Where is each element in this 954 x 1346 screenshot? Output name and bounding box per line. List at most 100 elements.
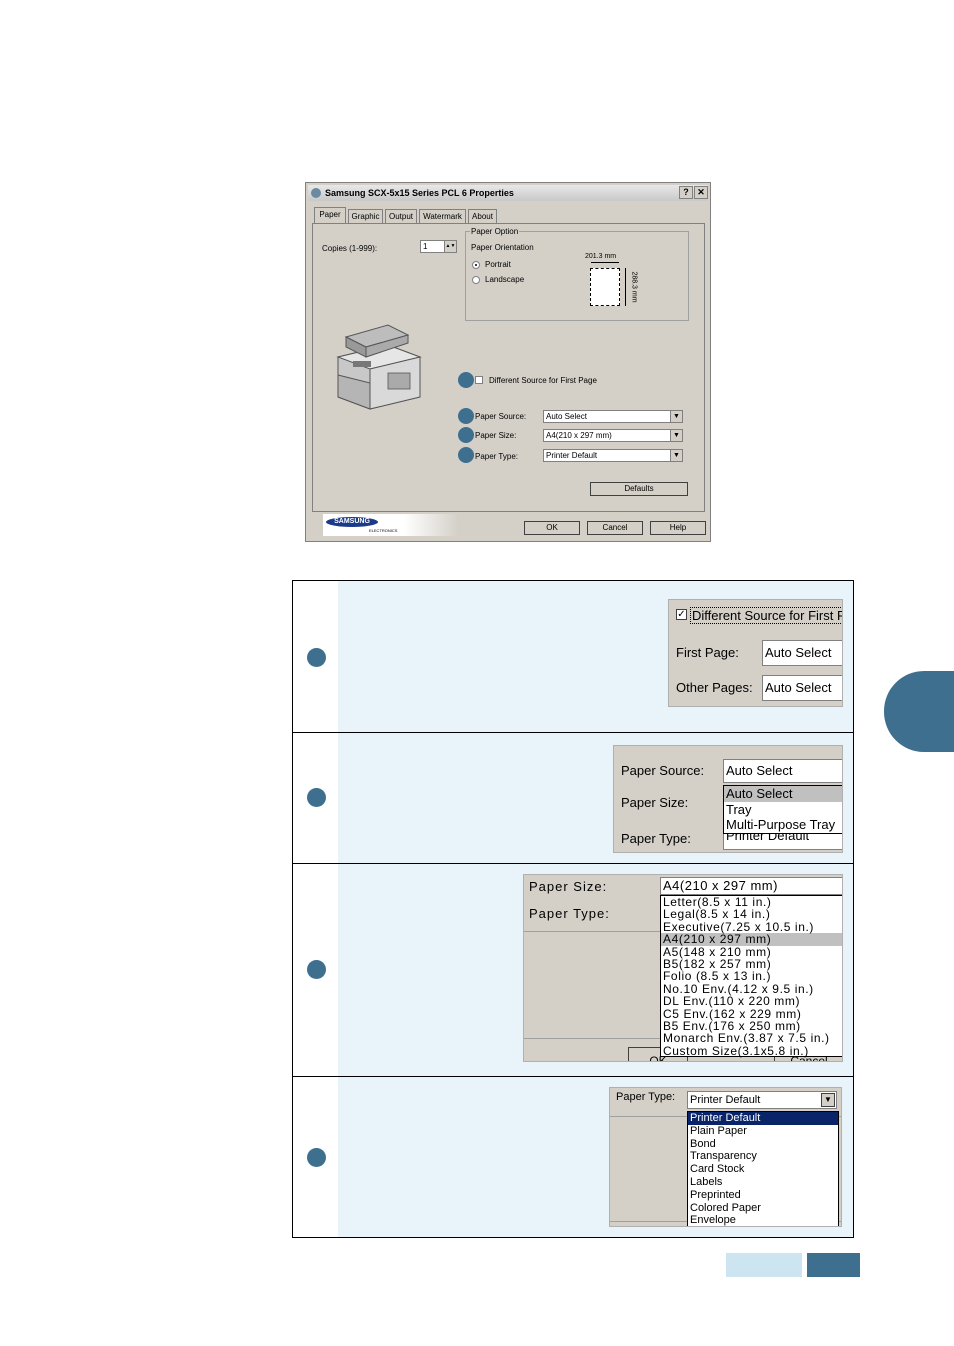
paper-type-select[interactable]: Printer Default ▼ — [543, 449, 683, 462]
width-arrow-icon — [591, 262, 619, 263]
size-label: Paper Size: — [529, 879, 608, 894]
portrait-radio[interactable] — [472, 261, 480, 269]
other-pages-label: Other Pages: — [676, 680, 753, 695]
paper-size-select[interactable]: A4(210 x 297 mm) ▼ — [543, 429, 683, 442]
first-page-select[interactable]: Auto Select — [762, 640, 842, 666]
spinner-arrows-icon[interactable]: ▲▼ — [444, 241, 456, 252]
copies-label: Copies (1-999): — [322, 244, 378, 253]
list-item[interactable]: Folio (8.5 x 13 in.) — [661, 970, 842, 983]
chapter-side-tab — [884, 671, 954, 752]
callout-1-dot — [458, 372, 474, 388]
source-select[interactable]: Auto Select — [723, 759, 842, 783]
copies-spinner[interactable]: 1 ▲▼ — [420, 240, 457, 253]
tab-paper[interactable]: Paper — [314, 207, 346, 223]
list-item[interactable]: Plain Paper — [688, 1125, 838, 1138]
size-dropdown-list: Letter(8.5 x 11 in.) Legal(8.5 x 14 in.)… — [660, 895, 842, 1057]
check-icon[interactable]: ✓ — [676, 609, 687, 620]
list-item[interactable]: Envelope — [688, 1214, 838, 1226]
page-preview-icon — [590, 268, 620, 306]
callout-4-dot — [307, 1148, 326, 1167]
orientation-label: Paper Orientation — [471, 243, 534, 252]
paper-source-label: Paper Source: — [475, 412, 527, 421]
chevron-down-icon[interactable]: ▼ — [670, 430, 682, 441]
callout-4-dot — [458, 447, 474, 463]
size-select[interactable]: A4(210 x 297 mm) — [660, 877, 842, 895]
list-item[interactable]: Printer Default — [688, 1112, 838, 1125]
type-label: Paper Type: — [529, 906, 610, 921]
first-page-screenshot: ✓ Different Source for First Page First … — [668, 599, 843, 707]
callout-1-dot — [307, 648, 326, 667]
height-arrow-icon — [625, 268, 626, 306]
first-page-label: First Page: — [676, 645, 739, 660]
landscape-label: Landscape — [485, 275, 525, 284]
checkbox-label: Different Source for First Page — [690, 607, 842, 624]
divider — [524, 931, 660, 932]
callout-2-dot — [307, 788, 326, 807]
table-row: Paper Type: Printer Default ▼ Printer De… — [293, 1077, 853, 1237]
help-button[interactable]: Help — [650, 521, 706, 535]
landscape-radio[interactable] — [472, 276, 480, 284]
height-dimension: 288.3 mm — [630, 271, 638, 303]
paper-size-value: A4(210 x 297 mm) — [546, 431, 612, 440]
type-value: Printer Default — [690, 1094, 761, 1106]
list-item[interactable]: Colored Paper — [688, 1202, 838, 1215]
type-select[interactable]: Printer Default ▼ — [687, 1091, 837, 1109]
callout-3-dot — [307, 960, 326, 979]
tab-about[interactable]: About — [468, 209, 497, 223]
table-row: Paper Source: Auto Select Paper Size: Pa… — [293, 733, 853, 864]
printer-icon — [311, 188, 321, 198]
paper-type-label: Paper Type: — [475, 452, 518, 461]
source-label: Paper Source: — [621, 763, 705, 778]
close-icon[interactable]: ✕ — [694, 186, 708, 199]
printer-image — [328, 317, 428, 412]
cancel-button[interactable]: Cancel — [587, 521, 643, 535]
list-item[interactable]: Tray — [724, 802, 842, 818]
list-item[interactable]: Card Stock — [688, 1163, 838, 1176]
table-row: Paper Size: Paper Type: A4(210 x 297 mm)… — [293, 864, 853, 1077]
ok-button[interactable]: OK — [524, 521, 580, 535]
source-dropdown-list: Auto Select Tray Multi-Purpose Tray — [723, 785, 842, 834]
paper-source-value: Auto Select — [546, 412, 587, 421]
list-item[interactable]: A4(210 x 297 mm) — [661, 933, 842, 946]
properties-dialog: Samsung SCX-5x15 Series PCL 6 Properties… — [305, 182, 711, 542]
callout-3-dot — [458, 427, 474, 443]
paper-type-screenshot: Paper Type: Printer Default ▼ Printer De… — [609, 1087, 842, 1227]
defaults-button[interactable]: Defaults — [590, 482, 688, 496]
list-item[interactable]: DL Env.(110 x 220 mm) — [661, 995, 842, 1008]
list-item[interactable]: Legal(8.5 x 14 in.) — [661, 908, 842, 921]
paper-size-screenshot: Paper Size: Paper Type: A4(210 x 297 mm)… — [523, 874, 843, 1062]
tab-graphic[interactable]: Graphic — [348, 209, 383, 223]
portrait-label: Portrait — [485, 260, 511, 269]
radio-dot-icon — [475, 264, 477, 266]
help-title-button[interactable]: ? — [679, 186, 693, 199]
chevron-down-icon[interactable]: ▼ — [670, 450, 682, 461]
diff-source-label: Different Source for First Page — [489, 376, 597, 385]
list-item[interactable]: Transparency — [688, 1150, 838, 1163]
diff-source-checkbox[interactable] — [475, 376, 483, 384]
copies-value: 1 — [423, 242, 428, 251]
footer-light-bar — [726, 1253, 802, 1277]
list-item[interactable]: Monarch Env.(3.87 x 7.5 in.) — [661, 1032, 842, 1045]
paper-option-label: Paper Option — [470, 227, 520, 237]
list-item[interactable]: Auto Select — [724, 786, 842, 802]
tab-watermark[interactable]: Watermark — [419, 209, 466, 223]
chevron-down-icon[interactable]: ▼ — [670, 411, 682, 422]
paper-source-select[interactable]: Auto Select ▼ — [543, 410, 683, 423]
list-item[interactable]: Multi-Purpose Tray — [724, 817, 842, 833]
paper-size-label: Paper Size: — [475, 431, 517, 440]
type-dropdown-list: Printer Default Plain Paper Bond Transpa… — [687, 1111, 839, 1226]
footer-dark-bar — [807, 1253, 860, 1277]
paper-source-screenshot: Paper Source: Auto Select Paper Size: Pa… — [613, 745, 843, 853]
size-label: Paper Size: — [621, 795, 689, 810]
tab-output[interactable]: Output — [385, 209, 417, 223]
other-pages-select[interactable]: Auto Select — [762, 675, 842, 701]
type-label: Paper Type: — [616, 1091, 676, 1103]
list-item[interactable]: Bond — [688, 1138, 838, 1151]
samsung-logo: SAMSUNG ELECTRONICS — [323, 514, 458, 536]
list-item[interactable]: Preprinted — [688, 1189, 838, 1202]
chevron-down-icon[interactable]: ▼ — [821, 1093, 835, 1107]
dialog-title: Samsung SCX-5x15 Series PCL 6 Properties — [325, 188, 514, 198]
list-item[interactable]: Custom Size(3.1x5.8 in.) — [661, 1044, 842, 1057]
list-item[interactable]: Labels — [688, 1176, 838, 1189]
callout-2-dot — [458, 408, 474, 424]
